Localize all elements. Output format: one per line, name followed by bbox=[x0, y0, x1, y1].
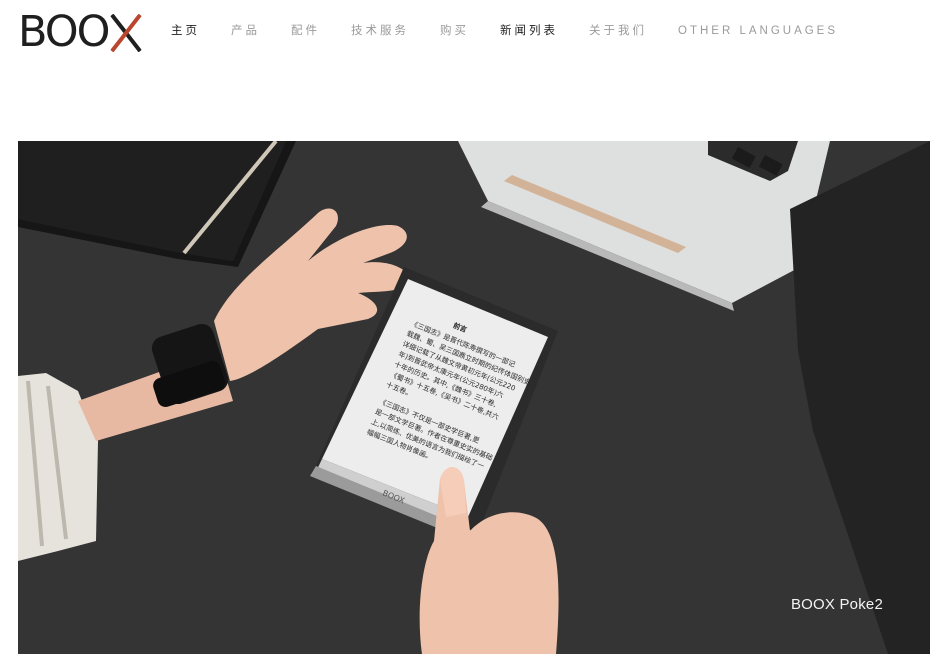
nav-item-home[interactable]: 主页 bbox=[171, 24, 200, 38]
nav-item-buy[interactable]: 购买 bbox=[440, 24, 469, 38]
nav-item-tech-service[interactable]: 技术服务 bbox=[351, 24, 409, 38]
nav-item-about-us[interactable]: 关于我们 bbox=[589, 24, 647, 38]
hero-banner[interactable]: BOOX 前言 《三国志》是晋代陈寿撰写的一部记 载魏、蜀、吴三国鼎立时期的纪传… bbox=[18, 141, 930, 654]
logo-text: BOO bbox=[18, 7, 110, 57]
nav-item-products[interactable]: 产品 bbox=[231, 24, 260, 38]
boox-logo[interactable]: BOO bbox=[18, 7, 143, 57]
nav-item-news[interactable]: 新闻列表 bbox=[500, 24, 558, 38]
site-header: BOO 主页 产品 配件 技术服务 购买 新闻列表 关于我们 OTHER LAN… bbox=[0, 0, 948, 70]
hero-caption: BOOX Poke2 bbox=[790, 596, 883, 613]
nav-item-other-languages[interactable]: OTHER LANGUAGES bbox=[678, 24, 838, 38]
main-nav: 主页 产品 配件 技术服务 购买 新闻列表 关于我们 OTHER LANGUAG… bbox=[171, 24, 838, 38]
hero-illustration: BOOX 前言 《三国志》是晋代陈寿撰写的一部记 载魏、蜀、吴三国鼎立时期的纪传… bbox=[18, 141, 930, 654]
nav-item-accessories[interactable]: 配件 bbox=[291, 24, 320, 38]
logo-x-mark-icon bbox=[109, 13, 143, 53]
